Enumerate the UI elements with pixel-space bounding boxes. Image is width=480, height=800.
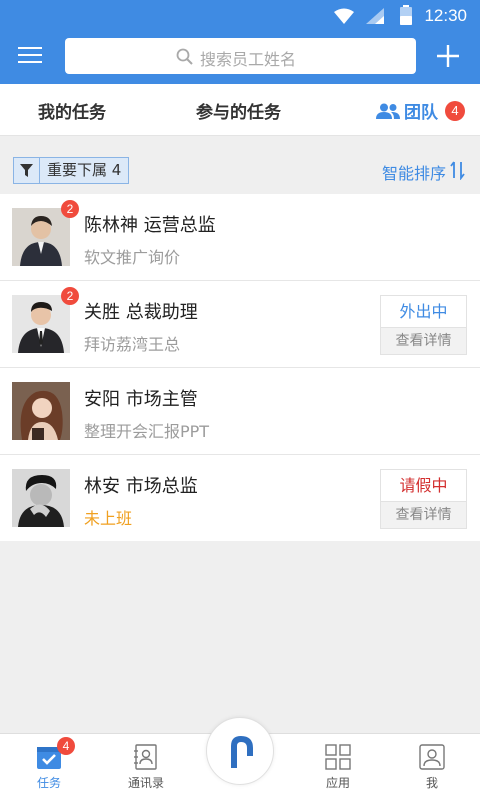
filter-label: 重要下属 4 [47, 161, 122, 179]
status-bar: 12:30 [0, 0, 480, 32]
app-header: 12:30 搜索员工姓名 [0, 0, 480, 84]
nav-label: 我 [425, 776, 438, 790]
member-name: 关胜 总裁助理 [84, 302, 198, 323]
notification-badge: 2 [61, 287, 79, 305]
team-badge: 4 [445, 101, 465, 121]
member-name: 安阳 市场主管 [84, 389, 198, 410]
avatar [12, 382, 70, 440]
avatar [12, 469, 70, 527]
add-icon[interactable] [436, 40, 460, 70]
member-task: 整理开会汇报PPT [84, 422, 210, 441]
list-item[interactable]: 林安 市场总监 未上班 请假中 查看详情 [0, 455, 480, 541]
tab-team[interactable]: 团队 [404, 98, 438, 123]
nav-label: 通讯录 [127, 776, 164, 790]
nav-contacts[interactable]: 通讯录 [116, 744, 176, 791]
menu-button[interactable] [16, 42, 44, 70]
center-action-button[interactable] [206, 717, 274, 785]
battery-icon [400, 5, 412, 25]
status-box: 外出中 查看详情 [380, 295, 467, 355]
avatar [12, 208, 70, 266]
view-details-button[interactable]: 查看详情 [381, 327, 466, 354]
tab-my-tasks[interactable]: 我的任务 [38, 98, 106, 123]
app-logo-icon [231, 736, 253, 768]
team-member-list: 2 陈林神 运营总监 软文推广询价 2 关胜 总裁助理 拜访荔湾王总 外出中 查… [0, 194, 480, 541]
wifi-icon [334, 8, 354, 24]
profile-icon [419, 744, 445, 770]
nav-label: 应用 [325, 776, 350, 790]
nav-apps[interactable]: 应用 [308, 744, 368, 791]
filter-icon [20, 164, 33, 177]
contacts-icon [134, 744, 157, 770]
list-item[interactable]: 安阳 市场主管 整理开会汇报PPT [0, 368, 480, 455]
avatar [12, 295, 70, 353]
team-icon [376, 103, 400, 119]
menu-icon [18, 47, 42, 49]
list-item[interactable]: 2 陈林神 运营总监 软文推广询价 [0, 194, 480, 281]
search-icon [176, 48, 193, 65]
nav-me[interactable]: 我 [402, 744, 462, 791]
member-name: 林安 市场总监 [84, 476, 198, 497]
tab-participated-tasks[interactable]: 参与的任务 [196, 98, 281, 123]
search-input[interactable]: 搜索员工姓名 [65, 38, 416, 74]
filter-icon-box [14, 158, 40, 183]
filter-chip[interactable]: 重要下属 4 [13, 157, 130, 184]
sort-button[interactable]: 智能排序 [382, 160, 446, 184]
status-badge: 外出中 [399, 302, 448, 321]
search-placeholder: 搜索员工姓名 [200, 50, 297, 69]
tasks-badge: 4 [57, 737, 75, 755]
tab-bar: 我的任务 参与的任务 团队 [0, 84, 480, 136]
list-item[interactable]: 2 关胜 总裁助理 拜访荔湾王总 外出中 查看详情 [0, 281, 480, 368]
status-badge: 请假中 [399, 476, 448, 495]
signal-icon [366, 8, 384, 24]
notification-badge: 2 [61, 200, 79, 218]
nav-label: 任务 [36, 776, 61, 790]
clock: 12:30 [424, 6, 467, 25]
member-task: 未上班 [84, 509, 133, 528]
apps-icon [325, 744, 351, 770]
member-name: 陈林神 运营总监 [84, 215, 216, 236]
sort-icon[interactable] [450, 160, 466, 180]
member-task: 拜访荔湾王总 [84, 335, 181, 354]
member-task: 软文推广询价 [84, 248, 181, 267]
view-details-button[interactable]: 查看详情 [381, 501, 466, 528]
status-box: 请假中 查看详情 [380, 469, 467, 529]
